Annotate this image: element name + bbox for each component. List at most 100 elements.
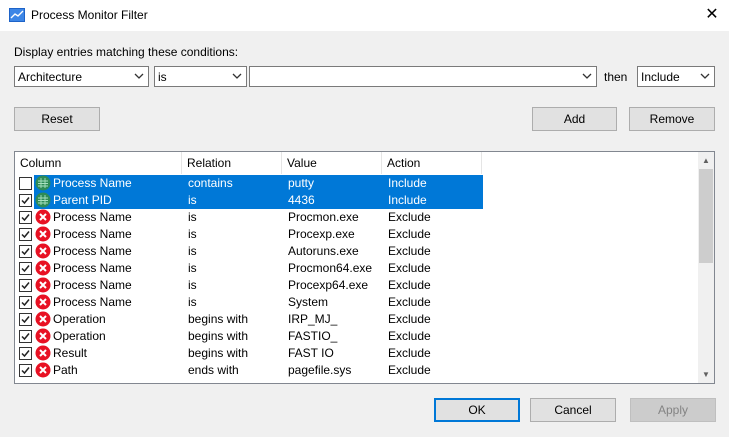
process-monitor-app-icon	[9, 8, 25, 22]
then-label: then	[604, 70, 628, 84]
table-row[interactable]: Parent PID is 4436 Include	[15, 192, 698, 209]
add-button[interactable]: Add	[532, 107, 617, 131]
exclude-icon	[35, 294, 51, 310]
reset-button[interactable]: Reset	[14, 107, 100, 131]
cell-value: Procexp64.exe	[288, 278, 369, 292]
cell-action: Include	[388, 193, 427, 207]
action-select-value: Include	[641, 70, 680, 84]
exclude-icon	[35, 260, 51, 276]
ok-button[interactable]: OK	[434, 398, 520, 422]
table-row[interactable]: Process Name is Procmon.exe Exclude	[15, 209, 698, 226]
cell-column: Operation	[53, 329, 106, 343]
table-row[interactable]: Process Name is Procexp64.exe Exclude	[15, 277, 698, 294]
column-select-value: Architecture	[18, 70, 83, 84]
exclude-icon	[35, 226, 51, 242]
include-icon	[35, 192, 51, 208]
row-checkbox[interactable]	[19, 296, 32, 309]
scrollbar-thumb[interactable]	[699, 169, 713, 263]
table-row[interactable]: Operation begins with IRP_MJ_ Exclude	[15, 311, 698, 328]
table-row[interactable]: Process Name contains putty Include	[15, 175, 698, 192]
row-checkbox[interactable]	[19, 279, 32, 292]
column-header-action[interactable]: Action	[382, 152, 482, 174]
row-checkbox[interactable]	[19, 262, 32, 275]
row-checkbox[interactable]	[19, 313, 32, 326]
cell-action: Exclude	[388, 244, 431, 258]
cell-action: Exclude	[388, 312, 431, 326]
table-row[interactable]: Process Name is Autoruns.exe Exclude	[15, 243, 698, 260]
cell-column: Process Name	[53, 295, 132, 309]
cell-action: Exclude	[388, 278, 431, 292]
cell-column: Process Name	[53, 244, 132, 258]
table-row[interactable]: Operation begins with FASTIO_ Exclude	[15, 328, 698, 345]
row-checkbox[interactable]	[19, 177, 32, 190]
table-row[interactable]: Result begins with FAST IO Exclude	[15, 345, 698, 362]
cell-value: 4436	[288, 193, 315, 207]
table-row[interactable]: Path ends with pagefile.sys Exclude	[15, 362, 698, 379]
cell-action: Exclude	[388, 261, 431, 275]
cell-column: Path	[53, 363, 78, 377]
cell-value: Autoruns.exe	[288, 244, 359, 258]
cell-action: Exclude	[388, 346, 431, 360]
column-header-column[interactable]: Column	[15, 152, 182, 174]
window-title: Process Monitor Filter	[31, 8, 148, 22]
filter-list[interactable]: Column Relation Value Action Process Nam…	[14, 151, 715, 384]
cell-value: pagefile.sys	[288, 363, 352, 377]
cell-relation: is	[188, 278, 197, 292]
row-checkbox[interactable]	[19, 364, 32, 377]
row-checkbox[interactable]	[19, 330, 32, 343]
cell-value: FASTIO_	[288, 329, 338, 343]
exclude-icon	[35, 243, 51, 259]
cell-value: putty	[288, 176, 315, 190]
exclude-icon	[35, 328, 51, 344]
chevron-down-icon	[582, 73, 592, 79]
exclude-icon	[35, 311, 51, 327]
cell-column: Process Name	[53, 176, 132, 190]
scroll-down-icon[interactable]: ▼	[698, 366, 714, 383]
cell-relation: is	[188, 261, 197, 275]
cell-value: System	[288, 295, 329, 309]
chevron-down-icon	[134, 73, 144, 79]
cell-action: Exclude	[388, 210, 431, 224]
row-checkbox[interactable]	[19, 347, 32, 360]
cell-column: Result	[53, 346, 88, 360]
cell-column: Operation	[53, 312, 106, 326]
cell-relation: is	[188, 244, 197, 258]
apply-button[interactable]: Apply	[630, 398, 716, 422]
scroll-up-icon[interactable]: ▲	[698, 152, 714, 169]
include-icon	[35, 175, 51, 191]
cell-action: Exclude	[388, 227, 431, 241]
row-checkbox[interactable]	[19, 211, 32, 224]
column-header-value[interactable]: Value	[282, 152, 382, 174]
relation-select[interactable]: is	[154, 66, 247, 87]
column-header-relation[interactable]: Relation	[182, 152, 282, 174]
conditions-label: Display entries matching these condition…	[14, 45, 239, 59]
close-button[interactable]: ✕	[700, 4, 724, 26]
title-bar: Process Monitor Filter ✕	[0, 0, 729, 31]
list-rows: Process Name contains putty Include Parent P…	[15, 175, 698, 379]
row-checkbox[interactable]	[19, 194, 32, 207]
row-checkbox[interactable]	[19, 228, 32, 241]
value-combo[interactable]	[249, 66, 597, 87]
cell-action: Exclude	[388, 363, 431, 377]
column-select[interactable]: Architecture	[14, 66, 149, 87]
cell-value: Procexp.exe	[288, 227, 355, 241]
cell-action: Exclude	[388, 329, 431, 343]
list-header: Column Relation Value Action	[15, 152, 698, 174]
exclude-icon	[35, 345, 51, 361]
table-row[interactable]: Process Name is Procexp.exe Exclude	[15, 226, 698, 243]
cell-relation: is	[188, 193, 197, 207]
cell-relation: begins with	[188, 346, 249, 360]
cancel-button[interactable]: Cancel	[530, 398, 616, 422]
cell-relation: begins with	[188, 312, 249, 326]
table-row[interactable]: Process Name is System Exclude	[15, 294, 698, 311]
cell-column: Process Name	[53, 261, 132, 275]
row-checkbox[interactable]	[19, 245, 32, 258]
cell-action: Include	[388, 176, 427, 190]
table-row[interactable]: Process Name is Procmon64.exe Exclude	[15, 260, 698, 277]
vertical-scrollbar[interactable]: ▲ ▼	[698, 152, 714, 383]
exclude-icon	[35, 362, 51, 378]
cell-column: Parent PID	[53, 193, 112, 207]
action-select[interactable]: Include	[637, 66, 715, 87]
cell-relation: is	[188, 227, 197, 241]
remove-button[interactable]: Remove	[629, 107, 715, 131]
